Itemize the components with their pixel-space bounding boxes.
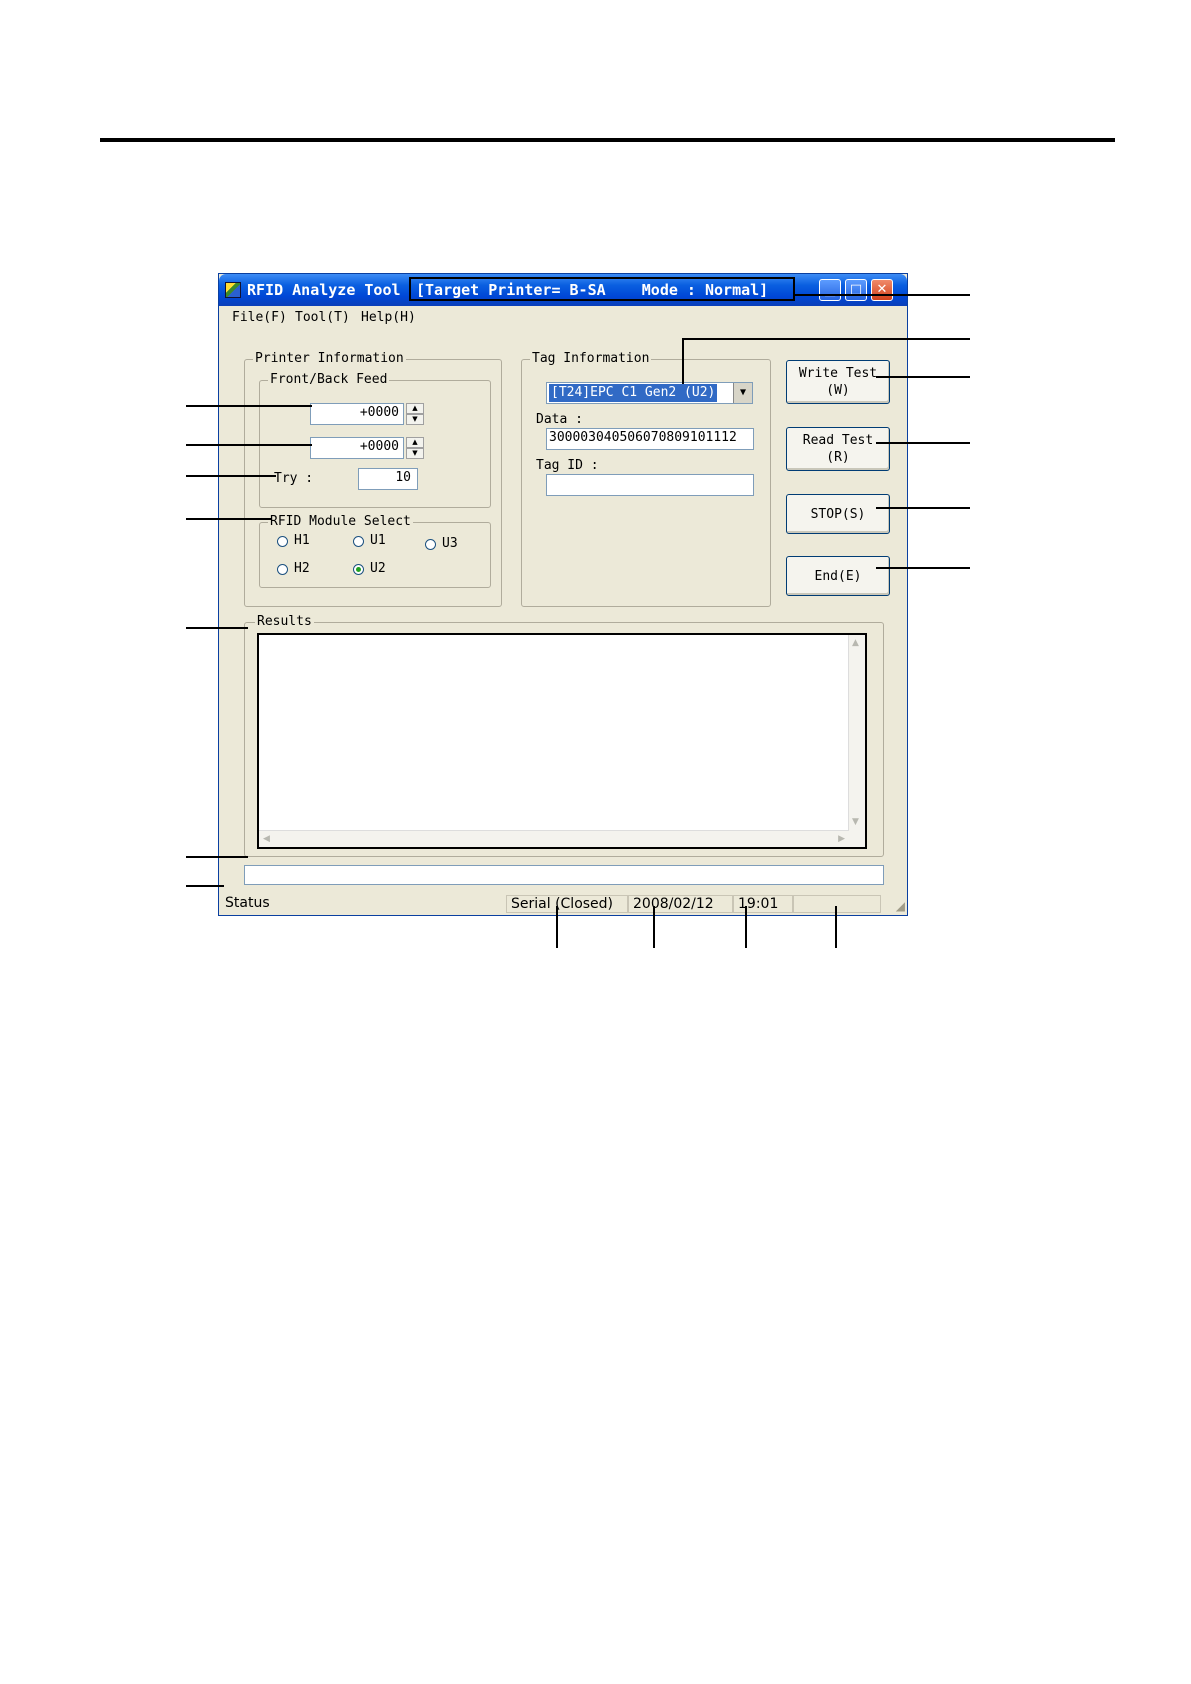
write-test-button[interactable]: Write Test (W): [786, 360, 890, 404]
message-field[interactable]: [244, 865, 884, 885]
back-feed-spinner[interactable]: ▲ ▼: [406, 437, 424, 459]
back-feed-input[interactable]: +0000: [310, 437, 404, 459]
scroll-left-icon[interactable]: ◀: [263, 834, 270, 844]
spin-up-icon[interactable]: ▲: [406, 403, 424, 414]
data-input[interactable]: 300003040506070809101112: [546, 428, 754, 450]
radio-h2[interactable]: [277, 564, 288, 575]
results-label: Results: [255, 614, 314, 629]
callout-tag-type-h: [682, 338, 970, 340]
title-bar[interactable]: RFID Analyze Tool [Target Printer= B-SA …: [219, 274, 907, 306]
results-vertical-scrollbar[interactable]: ▲ ▼: [848, 635, 865, 847]
callout-write-test: [876, 376, 970, 378]
callout-end: [876, 567, 970, 569]
printer-information-label: Printer Information: [253, 351, 406, 366]
spin-up-icon[interactable]: ▲: [406, 437, 424, 448]
radio-u2-label: U2: [370, 561, 386, 576]
callout-front-feed: [186, 405, 312, 407]
try-label: Try :: [274, 471, 314, 486]
callout-extra: [835, 906, 837, 948]
try-input[interactable]: 10: [358, 468, 418, 490]
radio-h2-label: H2: [294, 561, 310, 576]
rfid-module-select-label: RFID Module Select: [268, 514, 413, 529]
callout-read-test: [876, 442, 970, 444]
radio-h1[interactable]: [277, 536, 288, 547]
results-textarea[interactable]: ▲ ▼ ◀ ▶: [257, 633, 867, 849]
spin-down-icon[interactable]: ▼: [406, 448, 424, 459]
data-label: Data :: [536, 412, 583, 427]
radio-u1[interactable]: [353, 536, 364, 547]
tag-id-label: Tag ID :: [536, 458, 599, 473]
menu-help[interactable]: Help(H): [361, 310, 416, 325]
callout-message: [186, 856, 248, 858]
radio-u2[interactable]: [353, 564, 364, 575]
rfid-module-select-group: RFID Module Select H1 U1 U3 H2 U2: [259, 514, 491, 588]
scroll-down-icon[interactable]: ▼: [852, 817, 859, 827]
title-target-text: [Target Printer= B-SA Mode : Normal]: [416, 281, 769, 299]
callout-title: [794, 294, 970, 296]
callout-status: [186, 885, 224, 887]
front-back-feed-label: Front/Back Feed: [268, 372, 390, 387]
callout-module-select: [186, 518, 272, 520]
spin-down-icon[interactable]: ▼: [406, 414, 424, 425]
callout-stop: [876, 507, 970, 509]
front-feed-input[interactable]: +0000: [310, 403, 404, 425]
stop-button[interactable]: STOP(S): [786, 494, 890, 534]
minimize-button[interactable]: ▁: [819, 279, 841, 301]
scroll-up-icon[interactable]: ▲: [852, 638, 859, 648]
maximize-button[interactable]: □: [845, 279, 867, 301]
results-horizontal-scrollbar[interactable]: ◀ ▶: [259, 830, 849, 847]
callout-results: [186, 627, 248, 629]
window-title: RFID Analyze Tool: [247, 281, 401, 299]
status-time: 19:01: [733, 895, 793, 913]
status-bar: Status Serial (Closed) 2008/02/12 19:01 …: [219, 893, 907, 915]
app-icon: [225, 282, 241, 298]
dropdown-arrow-icon[interactable]: ▼: [733, 383, 752, 403]
printer-information-group: Printer Information Front/Back Feed +000…: [244, 351, 502, 607]
tag-type-selected: [T24]EPC C1 Gen2 (U2): [549, 384, 718, 402]
callout-back-feed: [186, 444, 312, 446]
callout-time: [745, 906, 747, 948]
menu-bar: File(F) Tool(T) Help(H): [219, 306, 907, 328]
callout-port: [556, 906, 558, 948]
read-test-button[interactable]: Read Test (R): [786, 427, 890, 471]
callout-date: [653, 906, 655, 948]
tag-type-dropdown[interactable]: [T24]EPC C1 Gen2 (U2) ▼: [546, 382, 753, 404]
title-target-box: [Target Printer= B-SA Mode : Normal]: [409, 277, 795, 301]
app-window: RFID Analyze Tool [Target Printer= B-SA …: [218, 273, 908, 916]
tag-id-input[interactable]: [546, 474, 754, 496]
status-extra: [793, 895, 881, 913]
results-group: Results ▲ ▼ ◀ ▶: [244, 614, 884, 857]
tag-information-label: Tag Information: [530, 351, 652, 366]
tag-information-group: Tag Information [T24]EPC C1 Gen2 (U2) ▼ …: [521, 351, 771, 607]
front-feed-spinner[interactable]: ▲ ▼: [406, 403, 424, 425]
menu-file[interactable]: File(F): [232, 310, 287, 325]
callout-try: [186, 475, 276, 477]
status-text: Status: [225, 895, 270, 911]
radio-u3-label: U3: [442, 536, 458, 551]
radio-u1-label: U1: [370, 533, 386, 548]
radio-u3[interactable]: [425, 539, 436, 550]
close-button[interactable]: ✕: [871, 279, 893, 301]
resize-grip-icon[interactable]: ◢: [896, 899, 905, 913]
status-date: 2008/02/12: [628, 895, 733, 913]
scroll-right-icon[interactable]: ▶: [838, 834, 845, 844]
callout-tag-type-v: [682, 338, 684, 384]
end-button[interactable]: End(E): [786, 556, 890, 596]
status-port: Serial (Closed): [506, 895, 628, 913]
radio-h1-label: H1: [294, 533, 310, 548]
menu-tool[interactable]: Tool(T): [295, 310, 350, 325]
page-top-rule: [100, 138, 1115, 142]
